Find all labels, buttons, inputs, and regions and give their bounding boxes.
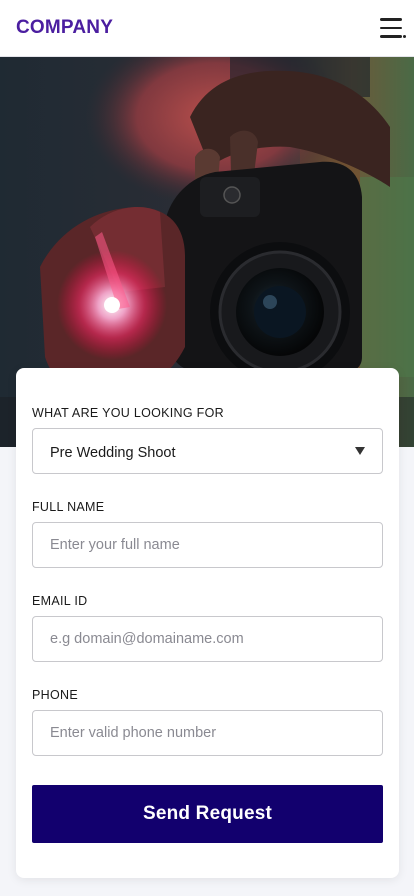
full-name-input[interactable]: [32, 522, 383, 568]
hamburger-menu-icon[interactable]: [372, 13, 406, 43]
company-logo[interactable]: COMPANY: [16, 17, 113, 39]
menu-line: [380, 35, 406, 38]
request-form-card: WHAT ARE YOU LOOKING FOR Pre Wedding Sho…: [16, 368, 399, 878]
email-input[interactable]: [32, 616, 383, 662]
phone-field: PHONE: [32, 688, 383, 756]
menu-line: [380, 26, 402, 30]
email-field: EMAIL ID: [32, 594, 383, 662]
looking-for-value: Pre Wedding Shoot: [50, 444, 176, 461]
top-header: COMPANY: [0, 0, 414, 57]
full-name-label: FULL NAME: [32, 500, 105, 514]
looking-for-label: WHAT ARE YOU LOOKING FOR: [32, 406, 224, 420]
phone-input[interactable]: [32, 710, 383, 756]
caret-down-icon: [355, 447, 365, 455]
full-name-field: FULL NAME: [32, 500, 383, 568]
looking-for-select[interactable]: Pre Wedding Shoot: [32, 428, 383, 474]
menu-line: [380, 18, 402, 21]
email-label: EMAIL ID: [32, 594, 88, 608]
send-request-button[interactable]: Send Request: [32, 785, 383, 843]
looking-for-field: WHAT ARE YOU LOOKING FOR Pre Wedding Sho…: [32, 406, 383, 474]
phone-label: PHONE: [32, 688, 78, 702]
